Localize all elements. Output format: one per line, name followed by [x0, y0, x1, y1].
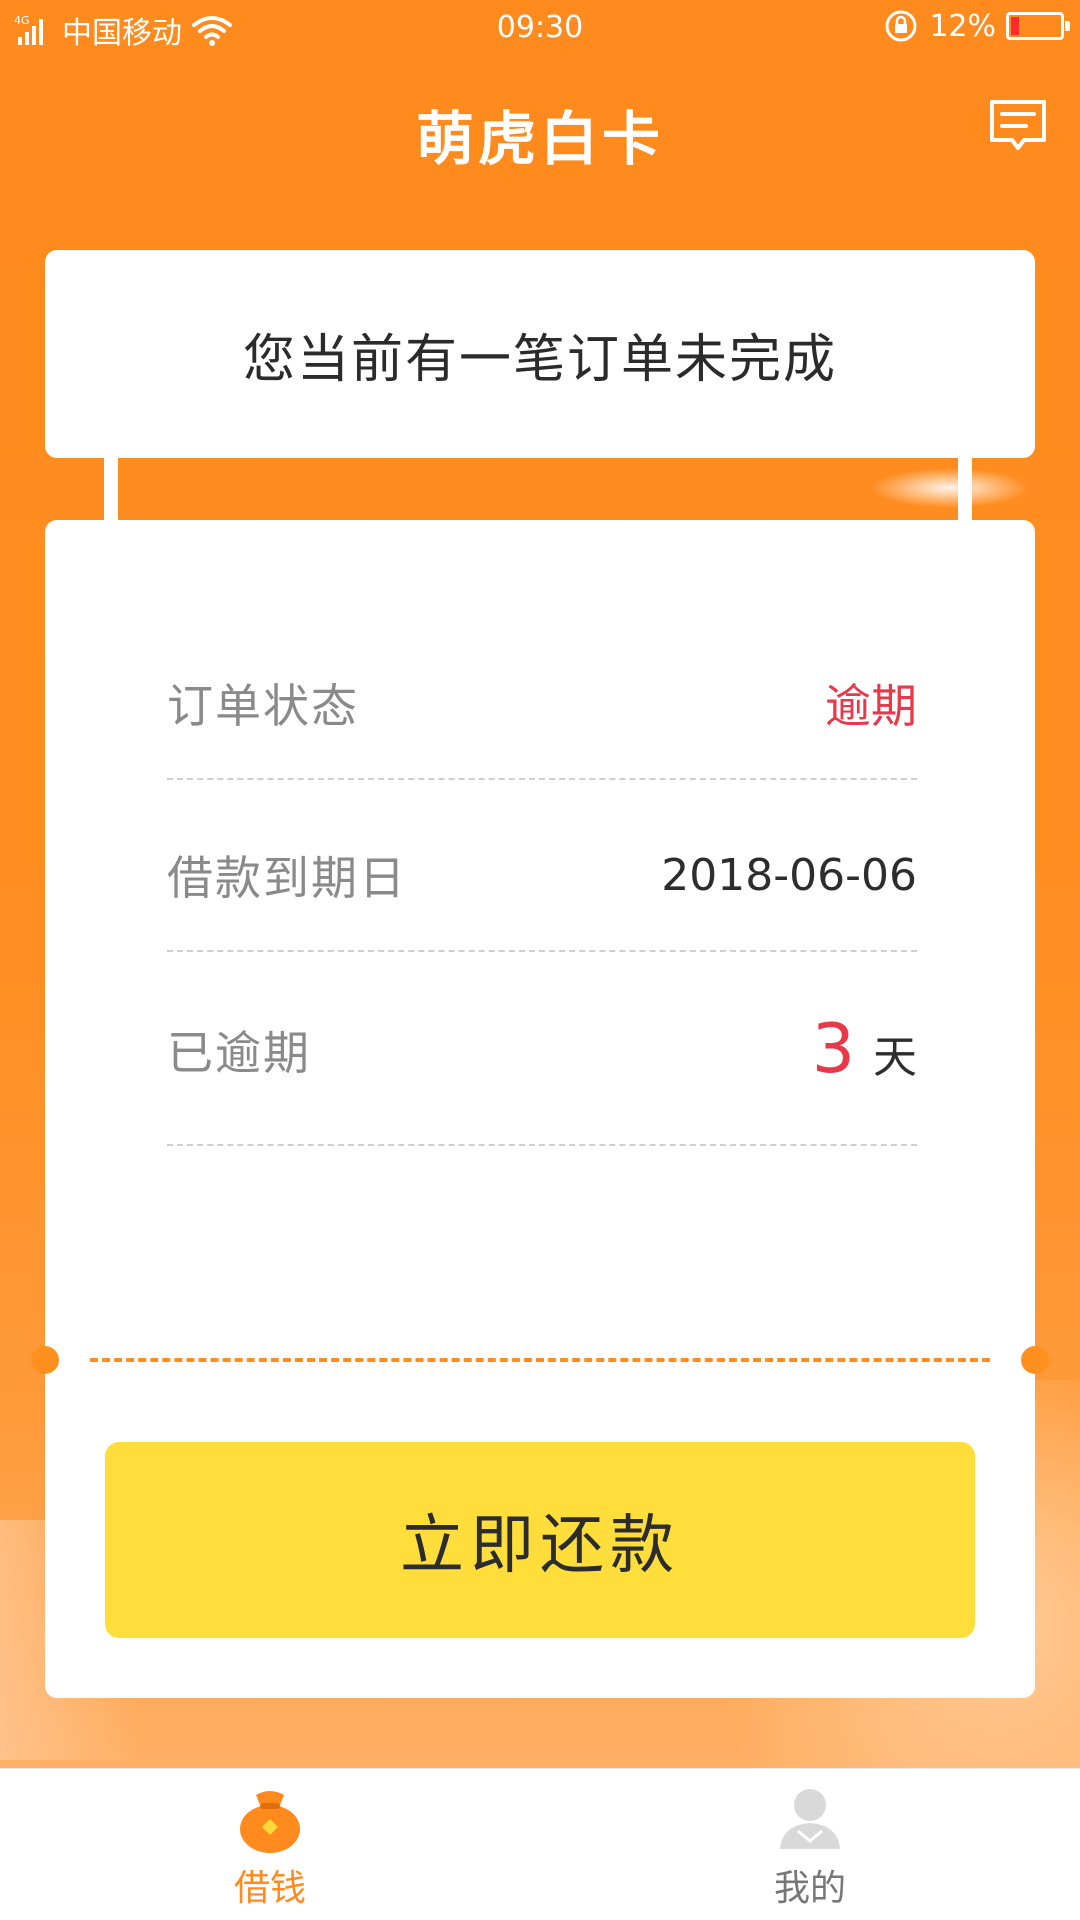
- due-date-label: 借款到期日: [167, 851, 407, 905]
- overdue-days-unit: 天: [873, 1032, 917, 1083]
- bottom-nav: 借钱 我的: [0, 1768, 1080, 1920]
- message-icon[interactable]: [986, 96, 1050, 160]
- due-date-value: 2018-06-06: [661, 849, 917, 901]
- ticket-perforation: [90, 1358, 990, 1362]
- order-status-row: 订单状态 逾期: [167, 670, 917, 736]
- row-divider: [167, 950, 917, 952]
- app-screen: 4G 中国移动 09:30 12% 萌虎白卡 您当前有一笔订单未完成 订单状态 …: [0, 0, 1080, 1920]
- row-divider: [167, 1144, 917, 1146]
- nav-label-borrow: 借钱: [233, 1868, 306, 1909]
- page-title: 萌虎白卡: [415, 105, 664, 173]
- order-card: 订单状态 逾期 借款到期日 2018-06-06 已逾期 3 天 立即还款: [31, 520, 1049, 1698]
- ticket-notch-left: [31, 1346, 59, 1374]
- battery-percent: 12%: [929, 8, 996, 44]
- battery-icon: [1006, 12, 1070, 40]
- overdue-days-value: 3 天: [812, 1010, 917, 1089]
- row-divider: [167, 778, 917, 780]
- repay-now-label: 立即还款: [400, 1509, 680, 1581]
- battery-level: [1011, 17, 1019, 35]
- order-status-label: 订单状态: [167, 679, 359, 733]
- sparkle-decoration: [870, 468, 1030, 508]
- overdue-days-label: 已逾期: [167, 1025, 311, 1080]
- status-bar: 4G 中国移动 09:30 12%: [0, 0, 1080, 56]
- user-icon: [780, 1789, 840, 1849]
- card-connector-left: [104, 456, 118, 520]
- order-status-value: 逾期: [825, 679, 917, 733]
- nav-label-mine: 我的: [773, 1868, 846, 1909]
- repay-now-button[interactable]: 立即还款: [105, 1442, 975, 1638]
- nav-item-mine[interactable]: 我的: [540, 1769, 1080, 1920]
- notice-card: 您当前有一笔订单未完成: [45, 250, 1035, 458]
- nav-item-borrow[interactable]: 借钱: [0, 1769, 540, 1920]
- money-bag-icon: [240, 1791, 300, 1853]
- ticket-notch-right: [1021, 1346, 1049, 1374]
- overdue-days-row: 已逾期 3 天: [167, 1010, 917, 1089]
- due-date-row: 借款到期日 2018-06-06: [167, 842, 917, 908]
- rotation-lock-icon: [885, 10, 917, 42]
- overdue-days-number: 3: [811, 1010, 855, 1089]
- status-right: 12%: [883, 8, 1070, 44]
- notice-text: 您当前有一笔订单未完成: [242, 329, 837, 390]
